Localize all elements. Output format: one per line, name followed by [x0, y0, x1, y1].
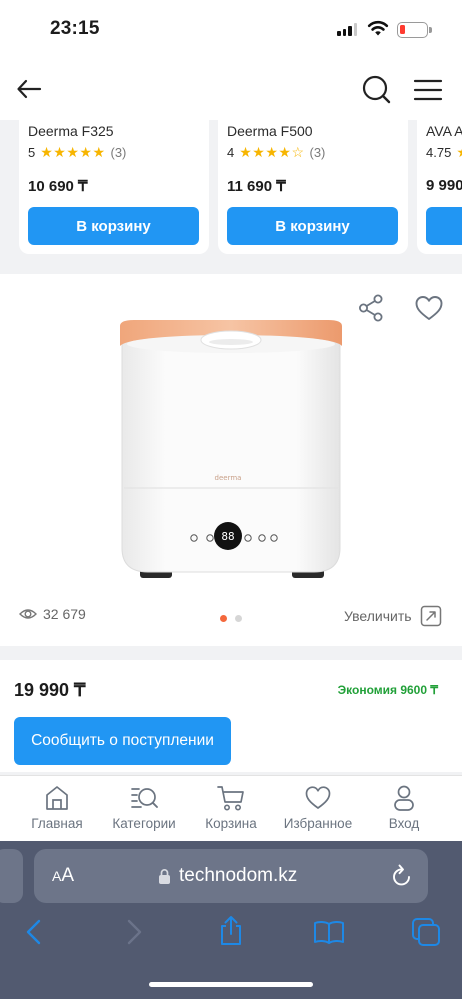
- product-rating: 4.75 ★: [426, 144, 462, 161]
- hamburger-menu-icon[interactable]: [412, 74, 444, 106]
- tab-label[interactable]: Вход: [389, 816, 420, 831]
- product-card[interactable]: AVA A 4.75 ★ 9 990: [417, 120, 462, 254]
- product-price: 9 990: [426, 177, 462, 194]
- add-to-cart-button[interactable]: В корзину: [28, 207, 199, 245]
- product-rating: 4 ★★★★☆ (3): [227, 144, 325, 161]
- product-name[interactable]: AVA A: [426, 123, 462, 139]
- product-name[interactable]: Deerma F325: [28, 123, 114, 139]
- tab-login[interactable]: Вход: [359, 784, 449, 831]
- home-icon[interactable]: [44, 784, 70, 812]
- views-counter: 32 679: [19, 606, 86, 622]
- product-card[interactable]: Deerma F500 4 ★★★★☆ (3) 11 690 ₸ В корзи…: [218, 120, 408, 254]
- product-price: 11 690 ₸: [227, 178, 286, 195]
- tab-label[interactable]: Корзина: [205, 816, 256, 831]
- rating-value: 4: [227, 145, 235, 160]
- share-icon[interactable]: [358, 294, 384, 322]
- tabs-icon[interactable]: [411, 917, 441, 947]
- svg-text:deerma: deerma: [215, 474, 242, 482]
- url-text[interactable]: technodom.kz: [179, 865, 297, 887]
- search-icon[interactable]: [358, 72, 394, 108]
- rating-stars-icon: ★: [456, 144, 462, 161]
- status-bar: 23:15: [0, 0, 462, 62]
- tab-cart[interactable]: Корзина: [186, 784, 276, 831]
- categories-search-icon[interactable]: [129, 784, 159, 812]
- user-icon[interactable]: [392, 784, 416, 812]
- rating-value: 5: [28, 145, 36, 160]
- zoom-label[interactable]: Увеличить: [344, 608, 412, 624]
- text-size-button[interactable]: AA: [52, 865, 74, 887]
- favorite-heart-icon[interactable]: [414, 294, 444, 322]
- tab-label[interactable]: Избранное: [284, 816, 352, 831]
- expand-icon[interactable]: [420, 605, 442, 627]
- browser-back-icon[interactable]: [24, 918, 44, 946]
- browser-toolbar: AA technodom.kz: [0, 841, 462, 999]
- cellular-signal-icon: [337, 22, 357, 36]
- tab-label[interactable]: Категории: [112, 816, 175, 831]
- tab-home[interactable]: Главная: [12, 784, 102, 831]
- humidifier-display: 88: [221, 530, 234, 543]
- pagination-dot[interactable]: [220, 615, 227, 622]
- tab-categories[interactable]: Категории: [99, 784, 189, 831]
- battery-icon: [397, 22, 432, 38]
- tab-favorites[interactable]: Избранное: [273, 784, 363, 831]
- bottom-tab-bar: Главная Категории Корзина Избранное Вход: [0, 775, 462, 841]
- price-block: 19 990 ₸ Экономия 9600 ₸ Сообщить о пост…: [0, 660, 462, 772]
- product-gallery: deerma 88 32 679 Увеличить: [0, 274, 462, 646]
- notify-availability-button[interactable]: Сообщить о поступлении: [14, 717, 231, 765]
- product-price: 19 990 ₸: [14, 680, 86, 700]
- browser-forward-icon[interactable]: [124, 918, 144, 946]
- saving-badge: Экономия 9600 ₸: [337, 683, 438, 697]
- previous-tab-preview[interactable]: [0, 849, 23, 903]
- bookmarks-icon[interactable]: [313, 919, 345, 945]
- eye-icon: [19, 609, 37, 619]
- back-arrow-icon[interactable]: [14, 74, 44, 104]
- share-sheet-icon[interactable]: [217, 915, 245, 947]
- rating-stars-icon: ★★★★☆: [239, 144, 305, 160]
- rating-value: 4.75: [426, 145, 452, 160]
- heart-icon[interactable]: [304, 784, 332, 812]
- review-count: (3): [110, 145, 127, 160]
- lock-icon: [159, 868, 170, 884]
- product-name[interactable]: Deerma F500: [227, 123, 313, 139]
- review-count: (3): [309, 145, 326, 160]
- product-price: 10 690 ₸: [28, 178, 88, 195]
- app-header: [0, 62, 462, 120]
- rating-stars-icon: ★★★★★: [40, 144, 106, 160]
- gallery-pagination[interactable]: [220, 615, 242, 622]
- address-bar[interactable]: AA technodom.kz: [34, 849, 428, 903]
- status-time: 23:15: [50, 18, 100, 39]
- similar-products-carousel[interactable]: Deerma F325 5 ★★★★★ (3) 10 690 ₸ В корзи…: [0, 120, 462, 266]
- product-rating: 5 ★★★★★ (3): [28, 144, 126, 161]
- product-image-humidifier[interactable]: deerma 88: [104, 320, 358, 584]
- product-card[interactable]: Deerma F325 5 ★★★★★ (3) 10 690 ₸ В корзи…: [19, 120, 209, 254]
- add-to-cart-button[interactable]: [426, 207, 462, 245]
- url-display[interactable]: technodom.kz: [158, 865, 297, 887]
- pagination-dot[interactable]: [235, 615, 242, 622]
- add-to-cart-button[interactable]: В корзину: [227, 207, 398, 245]
- tab-label[interactable]: Главная: [31, 816, 82, 831]
- home-indicator: [149, 982, 313, 987]
- wifi-icon: [367, 20, 389, 36]
- zoom-button[interactable]: Увеличить: [344, 605, 442, 627]
- cart-icon[interactable]: [216, 784, 246, 812]
- views-count: 32 679: [43, 606, 86, 622]
- reload-icon[interactable]: [390, 863, 414, 889]
